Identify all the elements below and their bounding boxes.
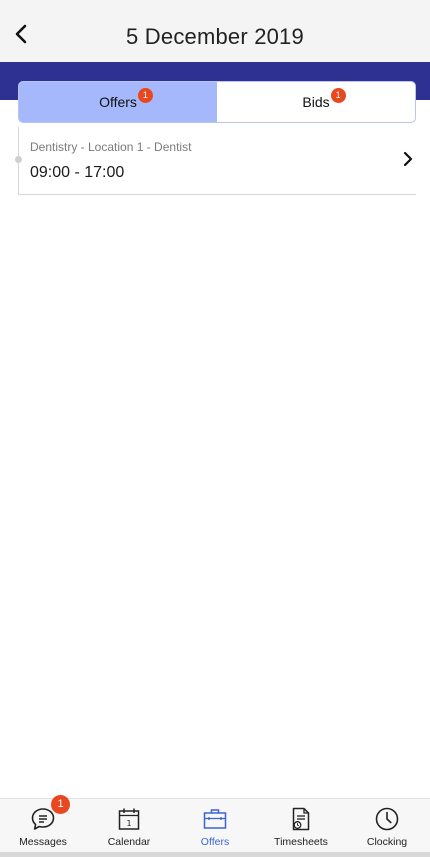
nav-offers[interactable]: Offers (172, 799, 258, 857)
chevron-left-icon (15, 24, 27, 44)
offers-bids-segmented-control: Offers 1 Bids 1 (18, 81, 416, 123)
nav-clocking[interactable]: Clocking (344, 799, 430, 857)
nav-timesheets-label: Timesheets (274, 836, 328, 848)
nav-calendar-label: Calendar (107, 836, 151, 848)
page-title: 5 December 2019 (126, 24, 304, 49)
nav-offers-label: Offers (200, 836, 230, 848)
header-bar: 5 December 2019 (0, 0, 430, 62)
clock-icon (375, 807, 399, 831)
tab-bids-label: Bids (302, 94, 330, 110)
tab-offers-badge: 1 (137, 88, 153, 103)
calendar-day: 1 (126, 819, 131, 828)
tab-bids-badge: 1 (330, 88, 346, 103)
nav-timesheets[interactable]: Timesheets (258, 799, 344, 857)
nav-calendar[interactable]: 1 Calendar (86, 799, 172, 857)
tab-bids[interactable]: Bids 1 (217, 82, 415, 122)
app-screen: 5 December 2019 Offers 1 Bids 1 Dentistr… (0, 0, 430, 857)
chevron-right-icon (403, 151, 413, 167)
bottom-navigation: 1 Messages 1 Calendar Offers Timesheets … (0, 795, 430, 857)
calendar-icon: 1 (118, 808, 140, 830)
messages-badge: 1 (51, 795, 70, 814)
back-button[interactable] (8, 20, 36, 48)
nav-messages[interactable]: 1 Messages (0, 795, 86, 857)
briefcase-icon (203, 809, 227, 829)
offer-list-item[interactable]: Dentistry - Location 1 - Dentist 09:00 -… (15, 127, 416, 195)
nav-clocking-label: Clocking (366, 836, 408, 848)
offer-location: Dentistry - Location 1 - Dentist (30, 140, 192, 154)
offer-time-range: 09:00 - 17:00 (30, 164, 125, 181)
tab-offers-label: Offers (99, 94, 137, 110)
timesheet-document-icon (292, 807, 310, 831)
nav-messages-label: Messages (19, 836, 67, 848)
tab-offers[interactable]: Offers 1 (19, 82, 217, 122)
timeline-dot (15, 156, 22, 163)
